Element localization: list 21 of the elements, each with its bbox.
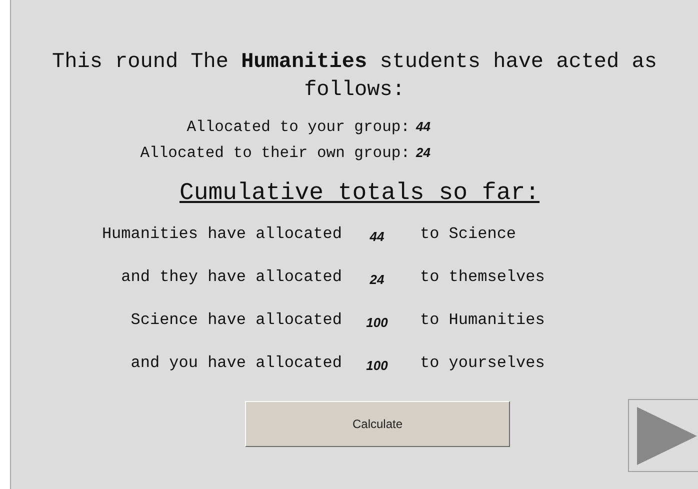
total-value: 100 (365, 357, 389, 375)
total-value: 100 (365, 314, 389, 332)
next-button[interactable] (628, 399, 698, 472)
allocation-value: 44 (416, 118, 432, 136)
total-target: to yourselves (419, 353, 546, 374)
totals-heading: Cumulative totals so far: (179, 179, 540, 209)
allocation-label: Allocated to your group: (186, 117, 411, 137)
total-label: and you have allocated (130, 353, 342, 374)
total-target: to themselves (419, 267, 546, 288)
total-target: to Humanities (419, 310, 546, 331)
allocation-label: Allocated to their own group: (139, 143, 411, 163)
calculate-button[interactable]: Calculate (245, 401, 510, 447)
round-heading: This round The Humanities students have acted as follows: (51, 50, 658, 104)
allocation-value: 24 (416, 144, 432, 162)
total-target: to Science (419, 224, 518, 245)
total-label: Science have allocated (130, 310, 342, 331)
play-icon (637, 406, 697, 464)
total-label: and they have allocated (120, 267, 342, 288)
total-label: Humanities have allocated (100, 224, 342, 245)
total-value: 44 (368, 228, 386, 246)
total-value: 24 (368, 271, 386, 289)
